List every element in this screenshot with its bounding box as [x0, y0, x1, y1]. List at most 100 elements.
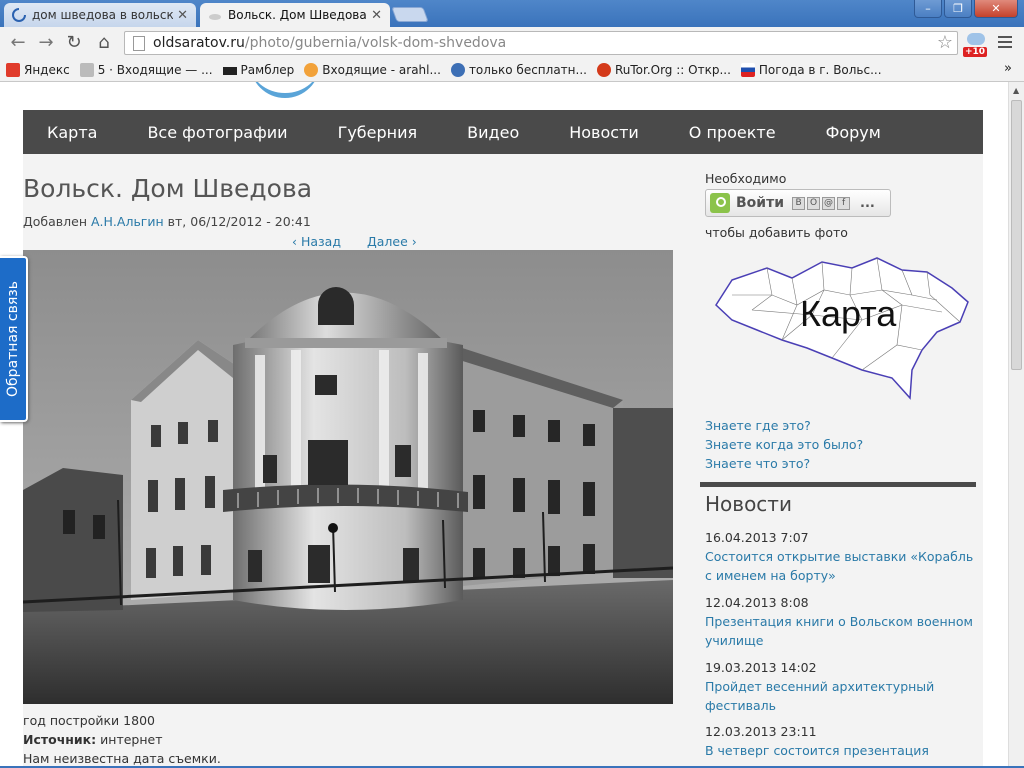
nav-item-video[interactable]: Видео: [467, 123, 519, 142]
bookmark-item[interactable]: 5 · Входящие — ...: [79, 63, 213, 77]
close-tab-icon[interactable]: ✕: [371, 8, 382, 23]
login-button[interactable]: Войти В О @ f ...: [705, 189, 891, 217]
globe-icon: [450, 63, 465, 77]
scrollbar-thumb[interactable]: [1011, 100, 1022, 370]
nav-item-gubernia[interactable]: Губерния: [338, 123, 418, 142]
tab-title: Вольск. Дом Шведова: [228, 8, 367, 22]
web-page: Карта Все фотографии Губерния Видео Ново…: [0, 82, 1008, 768]
news-date: 12.04.2013 8:08: [705, 595, 809, 610]
page-scrollbar[interactable]: ▲: [1008, 82, 1024, 768]
minimize-button[interactable]: –: [914, 0, 942, 18]
year-built: год постройки 1800: [23, 713, 155, 728]
forward-arrow-icon[interactable]: →: [34, 32, 58, 54]
bookmark-label: только бесплатн...: [468, 63, 587, 77]
bookmark-item[interactable]: RuTor.Org :: Откр...: [596, 63, 731, 77]
yandex-icon: [6, 63, 20, 77]
building-photo-image: [23, 250, 673, 704]
source-label: Источник:: [23, 732, 97, 747]
restore-button[interactable]: ❐: [944, 0, 972, 18]
add-photo-label: чтобы добавить фото: [705, 225, 848, 240]
bookmarks-overflow-icon[interactable]: »: [1004, 61, 1012, 76]
bookmark-label: Рамблер: [240, 63, 295, 77]
news-date: 12.03.2013 23:11: [705, 724, 817, 739]
nav-item-map[interactable]: Карта: [47, 123, 97, 142]
rutor-icon: [596, 63, 611, 77]
feedback-label: Обратная связь: [5, 281, 21, 397]
bookmarks-bar: Яндекс 5 · Входящие — ... Рамблер Входящ…: [0, 59, 1024, 82]
close-window-button[interactable]: ✕: [974, 0, 1018, 18]
mail-ru-icon: [304, 63, 319, 77]
close-tab-icon[interactable]: ✕: [177, 8, 188, 23]
photo-pager: ‹ Назад Далее ›: [292, 234, 439, 249]
loading-icon: [12, 8, 26, 22]
back-arrow-icon[interactable]: ←: [6, 32, 30, 54]
bookmark-item[interactable]: Рамблер: [222, 63, 295, 77]
vk-icon[interactable]: В: [792, 196, 806, 210]
building-photo[interactable]: [23, 250, 673, 704]
news-link[interactable]: Презентация книги о Вольском военном учи…: [705, 612, 975, 650]
news-date: 19.03.2013 14:02: [705, 660, 817, 675]
bookmark-item[interactable]: Входящие - arahl...: [304, 63, 441, 77]
url-host: oldsaratov.ru: [153, 35, 245, 51]
nav-item-forum[interactable]: Форум: [826, 123, 881, 142]
browser-menu-icon[interactable]: [998, 36, 1012, 51]
prev-link[interactable]: ‹ Назад: [292, 234, 341, 249]
news-heading: Новости: [705, 492, 792, 516]
tab-title: дом шведова в вольске: [32, 8, 174, 22]
weather-icon: [967, 33, 985, 45]
news-link[interactable]: Состоится открытие выставки «Корабль с и…: [705, 547, 975, 585]
bookmark-label: Яндекс: [24, 63, 70, 77]
added-label: Добавлен: [23, 214, 88, 229]
news-link[interactable]: Пройдет весенний архитектурный фестиваль: [705, 677, 975, 715]
author-link[interactable]: А.Н.Альгин: [91, 214, 164, 229]
bookmark-item[interactable]: только бесплатн...: [450, 63, 587, 77]
bookmark-label: 5 · Входящие — ...: [97, 63, 213, 77]
bookmark-item[interactable]: Яндекс: [6, 63, 70, 77]
question-when-link[interactable]: Знаете когда это было?: [705, 437, 863, 452]
map-label[interactable]: Карта: [800, 293, 896, 335]
mail-icon: [79, 63, 94, 77]
source-value: интернет: [100, 732, 163, 747]
reload-icon[interactable]: ↻: [62, 32, 86, 54]
bookmark-item[interactable]: Погода в г. Вольс...: [740, 63, 882, 77]
main-nav: Карта Все фотографии Губерния Видео Ново…: [23, 110, 983, 154]
bookmark-star-icon[interactable]: ☆: [937, 32, 953, 54]
page-icon: [133, 35, 145, 51]
news-link[interactable]: В четверг состоится презентация: [705, 741, 975, 760]
nav-item-about[interactable]: О проекте: [689, 123, 776, 142]
site-logo[interactable]: [250, 82, 320, 98]
page-title: Вольск. Дом Шведова: [23, 174, 313, 203]
mailru-icon[interactable]: @: [822, 196, 836, 210]
extension-badge: +10: [963, 47, 988, 57]
extension-button[interactable]: +10: [963, 31, 989, 57]
nav-item-news[interactable]: Новости: [569, 123, 639, 142]
home-icon[interactable]: ⌂: [92, 32, 116, 54]
feedback-tab[interactable]: Обратная связь: [0, 256, 28, 422]
address-bar[interactable]: oldsaratov.ru/photo/gubernia/volsk-dom-s…: [124, 31, 958, 55]
bookmark-label: Входящие - arahl...: [322, 63, 441, 77]
question-where-link[interactable]: Знаете где это?: [705, 418, 811, 433]
bookmark-label: RuTor.Org :: Откр...: [614, 63, 731, 77]
facebook-icon[interactable]: f: [837, 196, 851, 210]
next-link[interactable]: Далее ›: [367, 234, 417, 249]
question-what-link[interactable]: Знаете что это?: [705, 456, 810, 471]
browser-titlebar: дом шведова в вольске ✕ Вольск. Дом Швед…: [0, 0, 1024, 27]
page-favicon-icon: [209, 14, 221, 20]
photo-caption: год постройки 1800 Источник: интернет На…: [23, 711, 221, 768]
odnoklassniki-icon[interactable]: О: [807, 196, 821, 210]
nav-item-all-photos[interactable]: Все фотографии: [147, 123, 287, 142]
scroll-up-icon[interactable]: ▲: [1013, 86, 1019, 95]
browser-tab-search[interactable]: дом шведова в вольске ✕: [4, 3, 196, 27]
new-tab-button[interactable]: [391, 7, 429, 22]
browser-tab-current[interactable]: Вольск. Дом Шведова ✕: [200, 3, 390, 27]
flag-icon: [740, 63, 755, 77]
news-date: 16.04.2013 7:07: [705, 530, 809, 545]
bookmark-label: Погода в г. Вольс...: [758, 63, 882, 77]
browser-toolbar: ← → ↻ ⌂ oldsaratov.ru/photo/gubernia/vol…: [0, 27, 1024, 59]
home-icon: [222, 65, 237, 75]
more-providers-icon[interactable]: ...: [860, 196, 875, 211]
byline: Добавлен А.Н.Альгин вт, 06/12/2012 - 20:…: [23, 214, 311, 229]
photo-source: Источник: интернет: [23, 730, 221, 749]
login-required-label: Необходимо: [705, 171, 787, 186]
url-path: /photo/gubernia/volsk-dom-shvedova: [244, 35, 507, 51]
